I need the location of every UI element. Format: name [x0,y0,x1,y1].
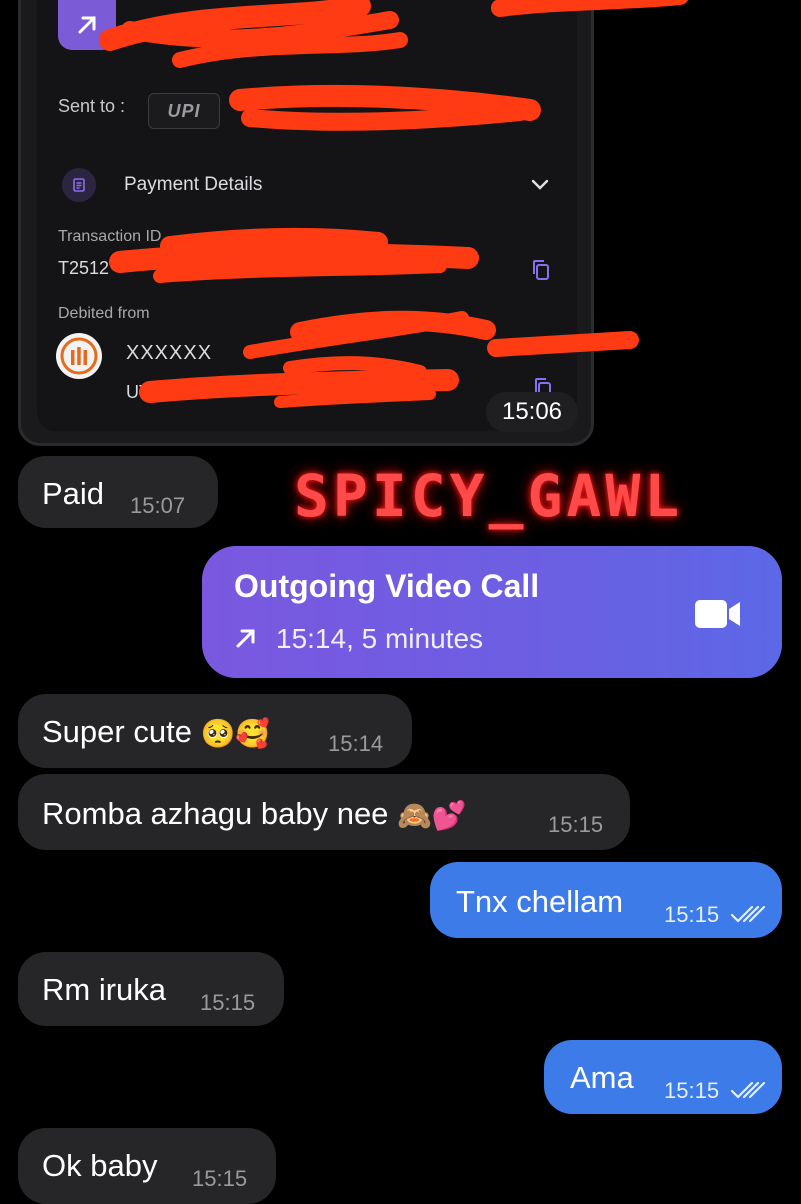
double-check-icon [730,904,768,929]
chevron-down-icon[interactable] [528,172,552,201]
watermark-text: SPICY_GAWL [294,462,684,530]
emoji: 🥺🥰 [200,718,271,750]
sent-to-label: Sent to : [58,96,126,116]
payment-card[interactable] [18,0,594,446]
transaction-id-value: T2512 [58,258,110,278]
call-detail: 15:14, 5 minutes [276,623,484,654]
message-text: Super cute 🥺🥰 [42,714,271,750]
message-time: 15:15 [548,812,604,837]
arrow-up-right-icon [58,0,116,50]
payment-details-title: Payment Details [124,174,263,195]
document-icon [62,168,96,202]
message-text: Romba azhagu baby nee 🙈💕 [42,796,467,832]
transaction-id-label: Transaction ID [58,228,162,245]
message-time: 15:15 [200,990,256,1015]
message-time: 15:14 [328,731,384,756]
message-time: 15:15 [664,1078,720,1103]
copy-icon[interactable] [530,258,552,287]
message-time: 15:15 [192,1166,248,1191]
utr-number: UT [126,382,150,402]
debited-from-label: Debited from [58,305,150,322]
bank-logo [56,333,102,379]
message-time: 15:15 [664,902,720,927]
double-check-icon [730,1080,768,1105]
upi-logo: UPI [148,93,220,129]
emoji: 🙈💕 [397,800,467,832]
call-title: Outgoing Video Call [234,568,540,604]
message-text: Tnx chellam [456,884,624,919]
message-text: Ama [570,1060,634,1095]
account-number: XXXXXX [126,342,213,364]
video-camera-icon[interactable] [694,598,742,635]
message-text: Rm iruka [42,972,167,1007]
message-text: Paid [42,476,105,511]
outgoing-arrow-icon [234,626,258,655]
payment-card-body [37,0,577,431]
payment-time: 15:06 [486,392,578,432]
message-time: 15:07 [130,493,186,518]
message-text: Ok baby [42,1148,158,1183]
